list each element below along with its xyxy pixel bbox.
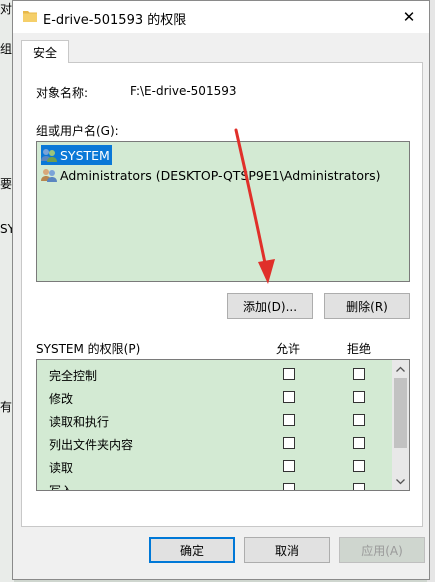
cancel-button[interactable]: 取消 <box>244 537 330 563</box>
allow-checkbox[interactable] <box>283 483 295 490</box>
user-name: Administrators (DESKTOP-QTSP9E1\Administ… <box>60 167 381 183</box>
permissions-list[interactable]: 完全控制 修改 读取和执行 列出文件夹内容 读取 写入 <box>36 359 410 491</box>
add-button[interactable]: 添加(D)... <box>227 293 313 319</box>
allow-checkbox[interactable] <box>283 460 295 472</box>
deny-column-header: 拒绝 <box>347 342 372 356</box>
object-name-value: F:\E-drive-501593 <box>130 84 237 98</box>
object-name-label: 对象名称: <box>36 86 89 100</box>
allow-checkbox[interactable] <box>283 391 295 403</box>
deny-checkbox[interactable] <box>353 483 365 490</box>
allow-checkbox[interactable] <box>283 368 295 380</box>
deny-checkbox[interactable] <box>353 391 365 403</box>
permission-row: 完全控制 <box>37 363 393 386</box>
allow-checkbox[interactable] <box>283 437 295 449</box>
permissions-header: SYSTEM 的权限(P) <box>36 342 141 356</box>
deny-checkbox[interactable] <box>353 460 365 472</box>
chevron-up-icon <box>396 366 405 372</box>
bg-fragment: 组 <box>0 42 13 56</box>
close-button[interactable]: ✕ <box>389 1 429 33</box>
bg-fragment: 有 <box>0 400 13 414</box>
bg-fragment: 要 <box>0 177 13 191</box>
permission-row: 读取和执行 <box>37 409 393 432</box>
permission-name: 完全控制 <box>49 369 98 383</box>
allow-checkbox[interactable] <box>283 414 295 426</box>
permission-row: 写入 <box>37 478 393 491</box>
user-list[interactable]: SYSTEM Administrators (DESKTOP-QTSP9E1\A… <box>36 141 410 282</box>
apply-button[interactable]: 应用(A) <box>339 537 425 563</box>
scroll-up-button[interactable] <box>392 360 409 377</box>
scroll-down-button[interactable] <box>392 473 409 490</box>
groups-label: 组或用户名(G): <box>36 124 119 138</box>
permissions-dialog: E-drive-501593 的权限 ✕ 安全 对象名称: F:\E-drive… <box>12 0 430 580</box>
permission-name: 读取 <box>49 461 74 475</box>
window-title: E-drive-501593 的权限 <box>43 13 187 28</box>
user-name: SYSTEM <box>60 147 110 163</box>
permissions-scrollbar[interactable] <box>392 360 409 490</box>
scroll-thumb[interactable] <box>394 378 407 448</box>
tab-security[interactable]: 安全 <box>21 40 69 63</box>
title-bar[interactable]: E-drive-501593 的权限 ✕ <box>13 1 429 33</box>
tab-label: 安全 <box>32 45 57 60</box>
ok-button[interactable]: 确定 <box>149 537 235 563</box>
deny-checkbox[interactable] <box>353 414 365 426</box>
chevron-down-icon <box>396 478 405 484</box>
remove-button[interactable]: 删除(R) <box>324 293 410 319</box>
permission-name: 修改 <box>49 392 74 406</box>
close-icon: ✕ <box>402 8 416 26</box>
security-panel: 对象名称: F:\E-drive-501593 组或用户名(G): SYSTEM… <box>21 62 423 527</box>
permission-name: 读取和执行 <box>49 415 110 429</box>
bg-fragment: 对 <box>0 2 13 16</box>
deny-checkbox[interactable] <box>353 437 365 449</box>
allow-column-header: 允许 <box>276 342 301 356</box>
user-item-system[interactable]: SYSTEM <box>41 145 112 165</box>
folder-icon <box>23 11 37 22</box>
permission-row: 修改 <box>37 386 393 409</box>
permission-row: 读取 <box>37 455 393 478</box>
user-item-administrators[interactable]: Administrators (DESKTOP-QTSP9E1\Administ… <box>41 165 383 185</box>
user-group-icon <box>41 169 57 182</box>
permission-name: 写入 <box>49 484 74 491</box>
deny-checkbox[interactable] <box>353 368 365 380</box>
user-group-icon <box>41 149 57 162</box>
permission-row: 列出文件夹内容 <box>37 432 393 455</box>
permission-name: 列出文件夹内容 <box>49 438 134 452</box>
